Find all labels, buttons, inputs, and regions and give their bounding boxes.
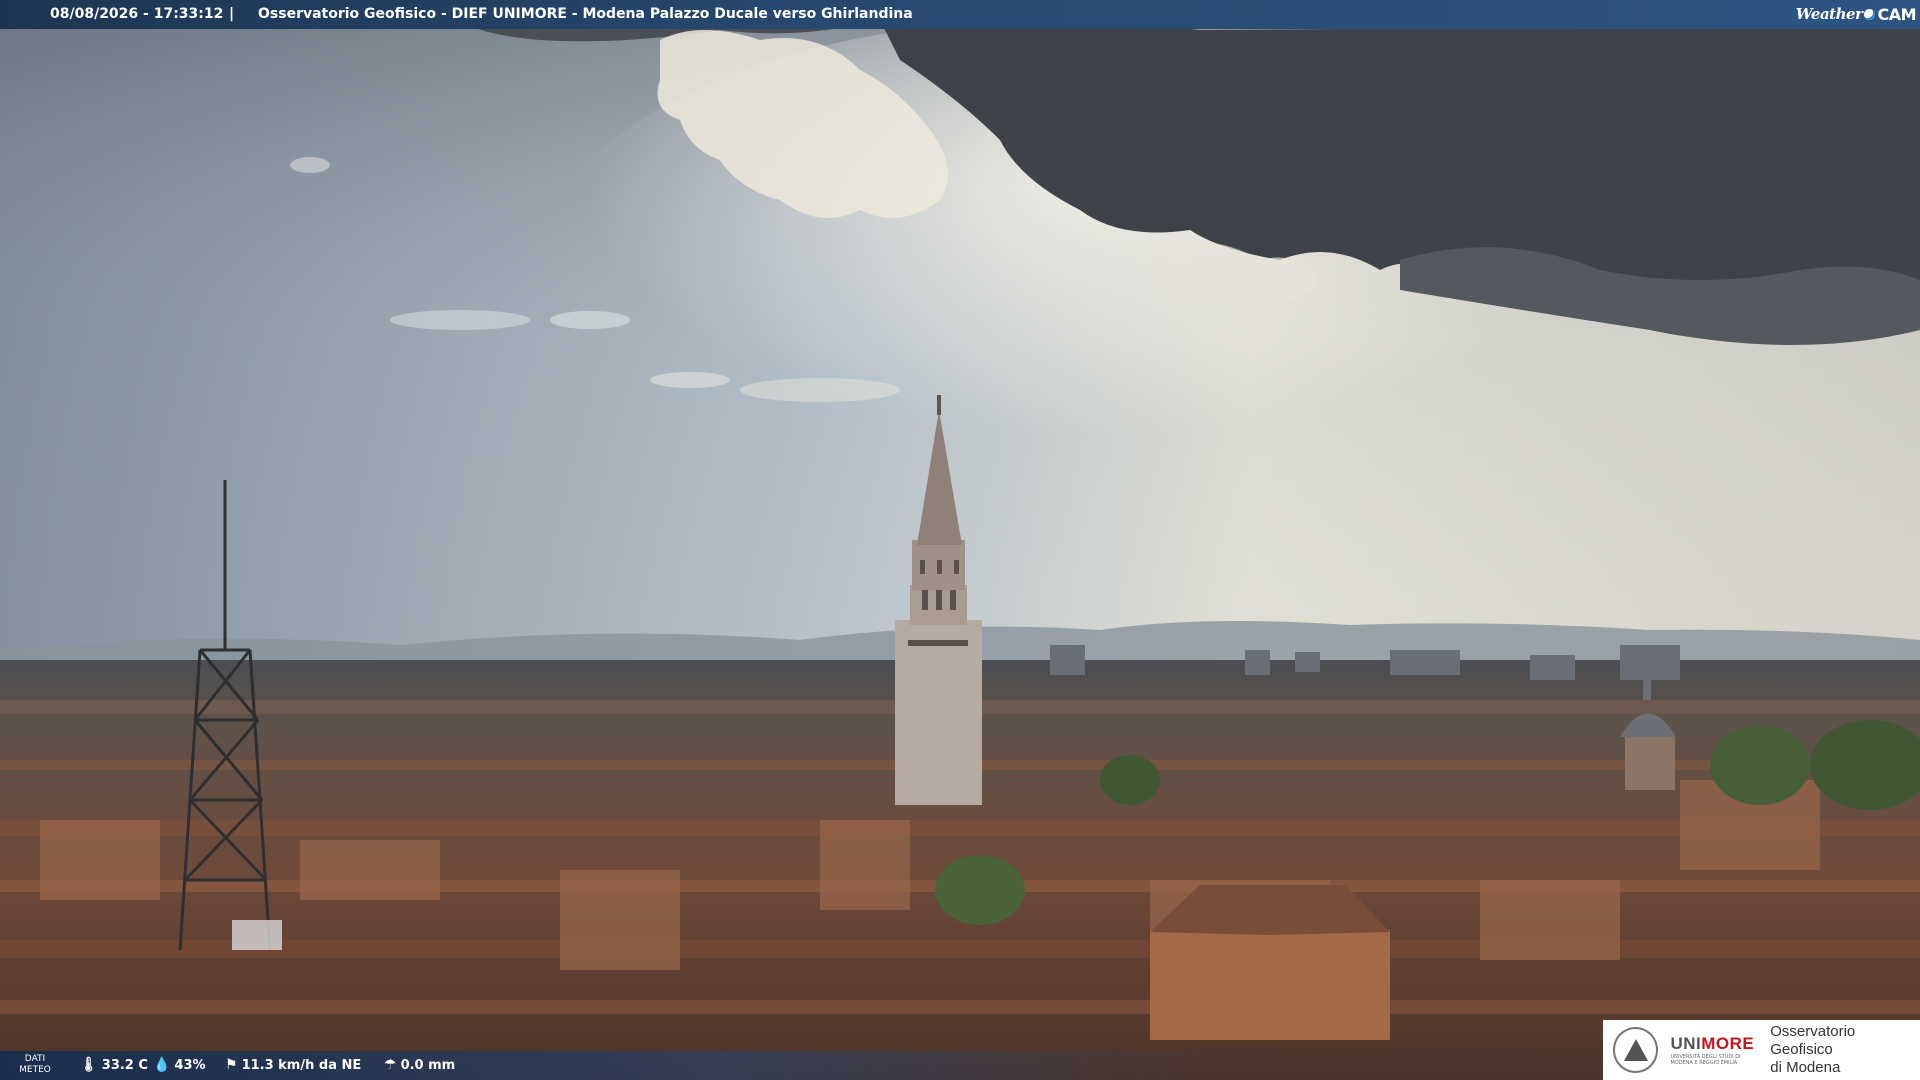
brand-weather: Weather xyxy=(1795,5,1863,23)
wind-value: 11.3 km/h da NE xyxy=(241,1057,362,1073)
timestamp: 08/08/2026 - 17:33:12 xyxy=(50,6,224,22)
university-seal-icon xyxy=(1613,1027,1659,1073)
unimore-more: MORE xyxy=(1701,1034,1755,1053)
rain-value: 0.0 mm xyxy=(400,1057,456,1073)
temperature-value: 33.2 C xyxy=(101,1057,148,1073)
observatory-line2: di Modena xyxy=(1770,1059,1841,1076)
camera-title: Osservatorio Geofisico - DIEF UNIMORE - … xyxy=(258,6,913,22)
weather-label-line2: METEO xyxy=(19,1065,51,1075)
thermometer-icon: 🌡 xyxy=(80,1057,98,1073)
unimore-logo-box: UNIMORE UNIVERSITÀ DEGLI STUDI DI MODENA… xyxy=(1603,1020,1920,1080)
separator: | xyxy=(229,6,235,22)
observatory-name: Osservatorio Geofisico di Modena xyxy=(1770,1023,1920,1077)
wind-sock-icon: ⚑ xyxy=(225,1057,238,1073)
weathercam-logo: Weather CAM xyxy=(1795,3,1917,25)
brand-cam: CAM xyxy=(1877,4,1916,24)
humidity-value: 43% xyxy=(174,1057,206,1073)
temperature-readout: 🌡 33.2 C xyxy=(80,1057,148,1073)
weather-data-bar: DATI METEO 🌡 33.2 C 💧 43% ⚑ 11.3 km/h da… xyxy=(0,1051,1600,1080)
weather-label-line1: DATI xyxy=(24,1054,46,1064)
rain-readout: ☂ 0.0 mm xyxy=(384,1057,455,1073)
unimore-uni: UNI xyxy=(1670,1034,1702,1053)
observatory-line1: Osservatorio Geofisico xyxy=(1770,1023,1856,1058)
top-info-bar: 08/08/2026 - 17:33:12 | Osservatorio Geo… xyxy=(0,0,1920,29)
rain-gauge-icon: ☂ xyxy=(384,1057,397,1073)
weather-data-label: DATI METEO xyxy=(12,1054,58,1076)
brand-dot-icon xyxy=(1864,8,1876,20)
humidity-drop-icon: 💧 xyxy=(153,1057,171,1073)
unimore-wordmark: UNIMORE UNIVERSITÀ DEGLI STUDI DI MODENA… xyxy=(1670,1034,1754,1066)
webcam-photo xyxy=(0,0,1920,1080)
humidity-readout: 💧 43% xyxy=(153,1057,206,1073)
wind-readout: ⚑ 11.3 km/h da NE xyxy=(225,1057,361,1073)
unimore-sub2: MODENA E REGGIO EMILIA xyxy=(1670,1060,1738,1066)
